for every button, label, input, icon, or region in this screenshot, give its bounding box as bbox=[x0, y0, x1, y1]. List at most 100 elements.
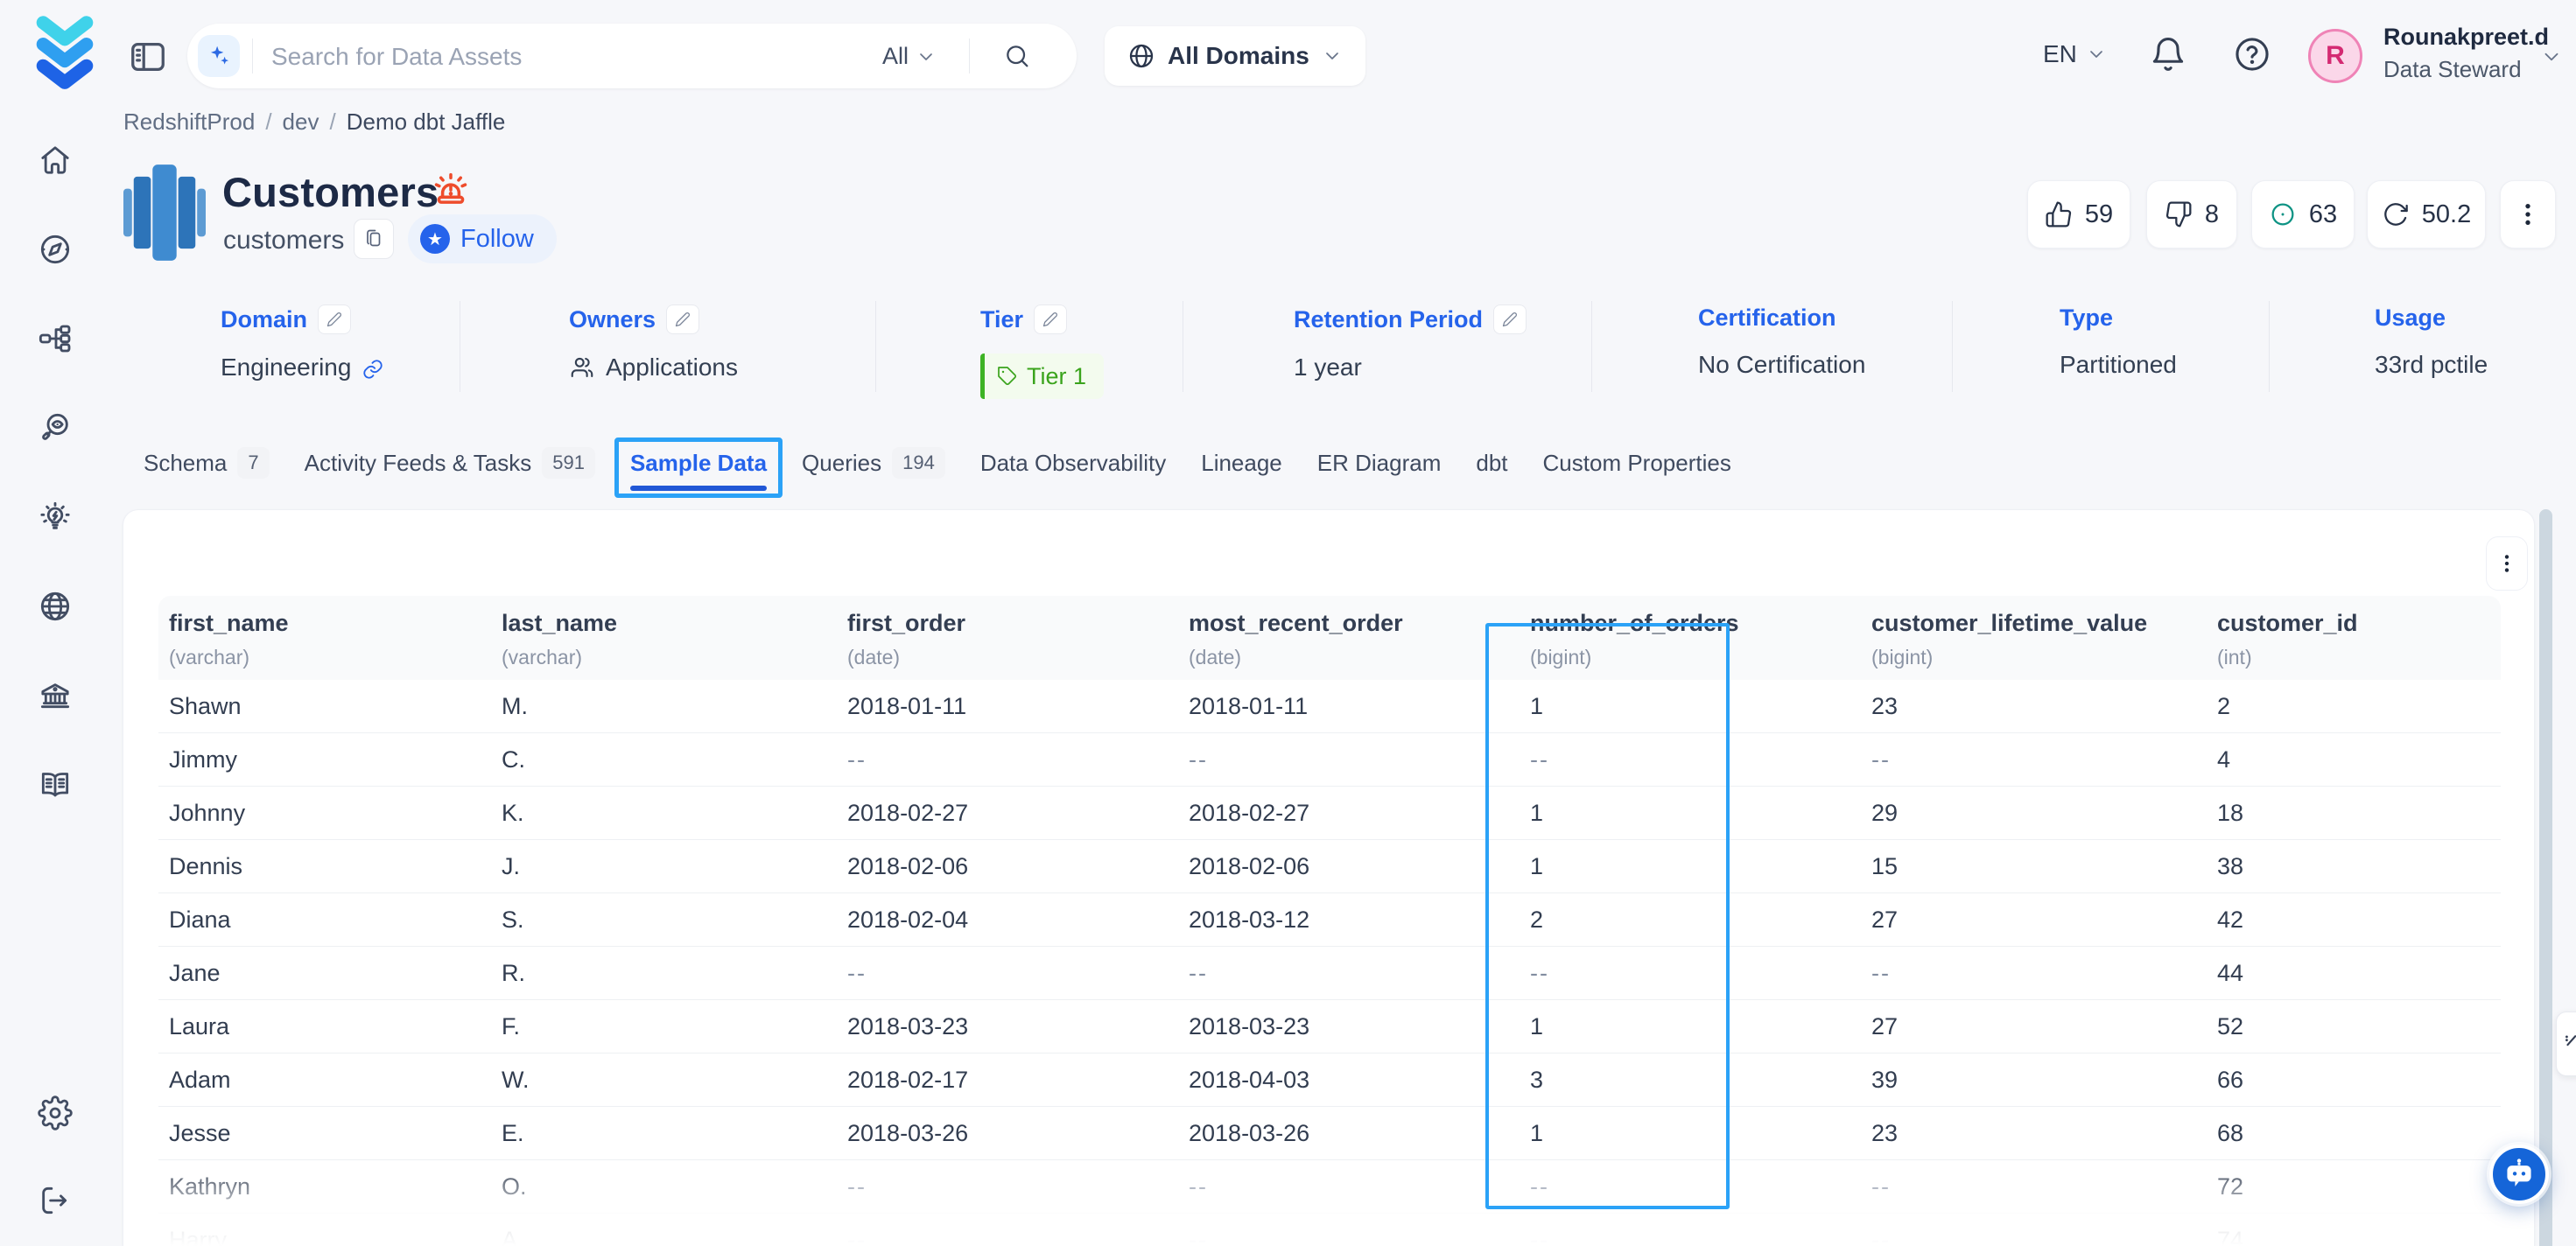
search-input[interactable]: Search for Data Assets bbox=[271, 43, 522, 71]
table-cell: 27 bbox=[1861, 906, 2207, 934]
column-name: most_recent_order bbox=[1189, 610, 1520, 637]
language-dropdown[interactable]: EN bbox=[2043, 40, 2107, 68]
divider bbox=[2269, 301, 2270, 392]
table-cell: Johnny bbox=[158, 800, 491, 827]
tab-activity-feeds-tasks[interactable]: Activity Feeds & Tasks591 bbox=[305, 447, 595, 479]
ai-sparkle-icon[interactable] bbox=[198, 35, 240, 77]
asset-more-actions-button[interactable] bbox=[2500, 180, 2556, 248]
metadata-value: Partitioned bbox=[2060, 351, 2177, 379]
tab-schema[interactable]: Schema7 bbox=[144, 447, 270, 479]
metadata-value: 33rd pctile bbox=[2375, 351, 2488, 379]
tab-bar: Schema7 Activity Feeds & Tasks591 Sample D… bbox=[144, 438, 1731, 488]
likes-button[interactable]: 59 bbox=[2027, 180, 2130, 248]
metadata-usage: Usage33rd pctile bbox=[2375, 304, 2488, 379]
column-name: first_name bbox=[169, 610, 491, 637]
metadata-value[interactable]: Engineering bbox=[221, 354, 384, 382]
breadcrumb: RedshiftProd/dev/Demo dbt Jaffle bbox=[123, 108, 505, 136]
tab-custom-properties[interactable]: Custom Properties bbox=[1543, 450, 1731, 477]
breadcrumb-item[interactable]: Demo dbt Jaffle bbox=[347, 108, 506, 135]
tier-badge[interactable]: Tier 1 bbox=[980, 354, 1104, 399]
table-cell: 38 bbox=[2207, 853, 2501, 880]
tab-label: Custom Properties bbox=[1543, 450, 1731, 477]
global-search[interactable]: Search for Data Assets All bbox=[187, 24, 1077, 88]
table-cell: -- bbox=[1520, 960, 1861, 987]
table-cell: W. bbox=[491, 1067, 837, 1094]
edit-pencil-icon[interactable] bbox=[666, 304, 699, 334]
thumbs-down-icon bbox=[2165, 200, 2193, 228]
sidebar-item-glossary-book-icon[interactable] bbox=[38, 767, 73, 802]
redshift-icon bbox=[123, 163, 206, 268]
user-name: Rounakpreet.d bbox=[2383, 24, 2549, 51]
table-row: JohnnyK.2018-02-272018-02-2712918 bbox=[158, 787, 2501, 840]
tab-label: Lineage bbox=[1201, 450, 1282, 477]
popularity-button[interactable]: 63 bbox=[2251, 180, 2355, 248]
column-header-number_of_orders: number_of_orders(bigint) bbox=[1520, 596, 1861, 680]
tab-er-diagram[interactable]: ER Diagram bbox=[1317, 450, 1442, 477]
app-screen: Search for Data Assets All All Domains E… bbox=[0, 0, 2576, 1246]
table-cell: 2018-02-04 bbox=[837, 906, 1178, 934]
sidebar-item-domains-globe-icon[interactable] bbox=[38, 589, 73, 624]
edit-pencil-icon[interactable] bbox=[1493, 304, 1527, 334]
tab-sample-data[interactable]: Sample Data bbox=[630, 450, 767, 477]
table-more-actions-button[interactable] bbox=[2486, 536, 2528, 591]
tab-data-observability[interactable]: Data Observability bbox=[980, 450, 1166, 477]
sidebar-toggle-icon[interactable] bbox=[128, 37, 168, 77]
table-cell: -- bbox=[1520, 1173, 1861, 1200]
sidebar-item-governance-bank-icon[interactable] bbox=[38, 678, 73, 713]
sidebar-item-discovery-magnifier-eye-icon[interactable] bbox=[38, 410, 73, 445]
search-icon[interactable] bbox=[1003, 42, 1031, 70]
metadata-label: Tier bbox=[980, 306, 1023, 333]
table-cell: M. bbox=[491, 693, 837, 720]
table-cell: F. bbox=[491, 1013, 837, 1040]
tab-dbt[interactable]: dbt bbox=[1476, 450, 1507, 477]
table-cell: 2 bbox=[2207, 693, 2501, 720]
chevron-down-icon[interactable] bbox=[2540, 46, 2563, 68]
table-cell: -- bbox=[837, 1227, 1178, 1246]
table-cell: K. bbox=[491, 800, 837, 827]
edge-floating-card[interactable] bbox=[2556, 1012, 2576, 1076]
user-profile[interactable]: Rounakpreet.d Data Steward bbox=[2383, 24, 2549, 83]
table-cell: Dennis bbox=[158, 853, 491, 880]
breadcrumb-item[interactable]: dev bbox=[283, 108, 319, 135]
sidebar-item-lineage-flow-icon[interactable] bbox=[38, 321, 73, 356]
table-cell: 1 bbox=[1520, 853, 1861, 880]
tab-label: Queries bbox=[802, 450, 881, 477]
table-cell: 2018-01-11 bbox=[837, 693, 1178, 720]
kebab-menu-icon bbox=[2514, 200, 2542, 228]
asset-qualified-name: customers bbox=[223, 226, 344, 256]
sidebar-item-settings-gear-icon[interactable] bbox=[38, 1096, 73, 1130]
table-cell: A. bbox=[491, 1227, 837, 1246]
divider bbox=[875, 301, 876, 392]
breadcrumb-item[interactable]: RedshiftProd bbox=[123, 108, 255, 135]
atlan-logo[interactable] bbox=[32, 10, 98, 98]
sidebar-item-home-icon[interactable] bbox=[38, 143, 73, 178]
notifications-bell-icon[interactable] bbox=[2149, 35, 2187, 74]
column-header-customer_id: customer_id(int) bbox=[2207, 596, 2501, 680]
search-scope-dropdown[interactable]: All bbox=[882, 43, 937, 70]
divider bbox=[1952, 301, 1953, 392]
table-cell: 2018-04-03 bbox=[1178, 1067, 1520, 1094]
user-avatar[interactable]: R bbox=[2308, 29, 2362, 83]
edit-pencil-icon[interactable] bbox=[318, 304, 351, 334]
column-header-last_name: last_name(varchar) bbox=[491, 596, 837, 680]
tab-lineage[interactable]: Lineage bbox=[1201, 450, 1282, 477]
column-name: customer_id bbox=[2217, 610, 2501, 637]
copy-name-button[interactable] bbox=[354, 219, 394, 259]
tab-queries[interactable]: Queries194 bbox=[802, 447, 945, 479]
help-icon[interactable] bbox=[2233, 35, 2271, 74]
sidebar-item-compass-icon[interactable] bbox=[38, 232, 73, 267]
edit-pencil-icon[interactable] bbox=[1034, 304, 1067, 334]
follow-button[interactable]: ★ Follow bbox=[408, 214, 557, 263]
score-button[interactable]: 50.2 bbox=[2367, 180, 2486, 248]
metadata-value[interactable]: Applications bbox=[569, 354, 738, 382]
divider bbox=[1591, 301, 1592, 392]
table-cell: O. bbox=[491, 1173, 837, 1200]
sidebar-item-logout-icon[interactable] bbox=[38, 1183, 73, 1218]
all-domains-dropdown[interactable]: All Domains bbox=[1105, 26, 1365, 86]
tab-label: ER Diagram bbox=[1317, 450, 1442, 477]
scrollbar-thumb[interactable] bbox=[2539, 509, 2552, 1246]
dislikes-button[interactable]: 8 bbox=[2146, 180, 2237, 248]
sidebar-item-insights-bulb-icon[interactable] bbox=[38, 500, 73, 535]
assistant-chat-button[interactable] bbox=[2489, 1144, 2549, 1204]
metadata-label: Domain bbox=[221, 306, 307, 333]
